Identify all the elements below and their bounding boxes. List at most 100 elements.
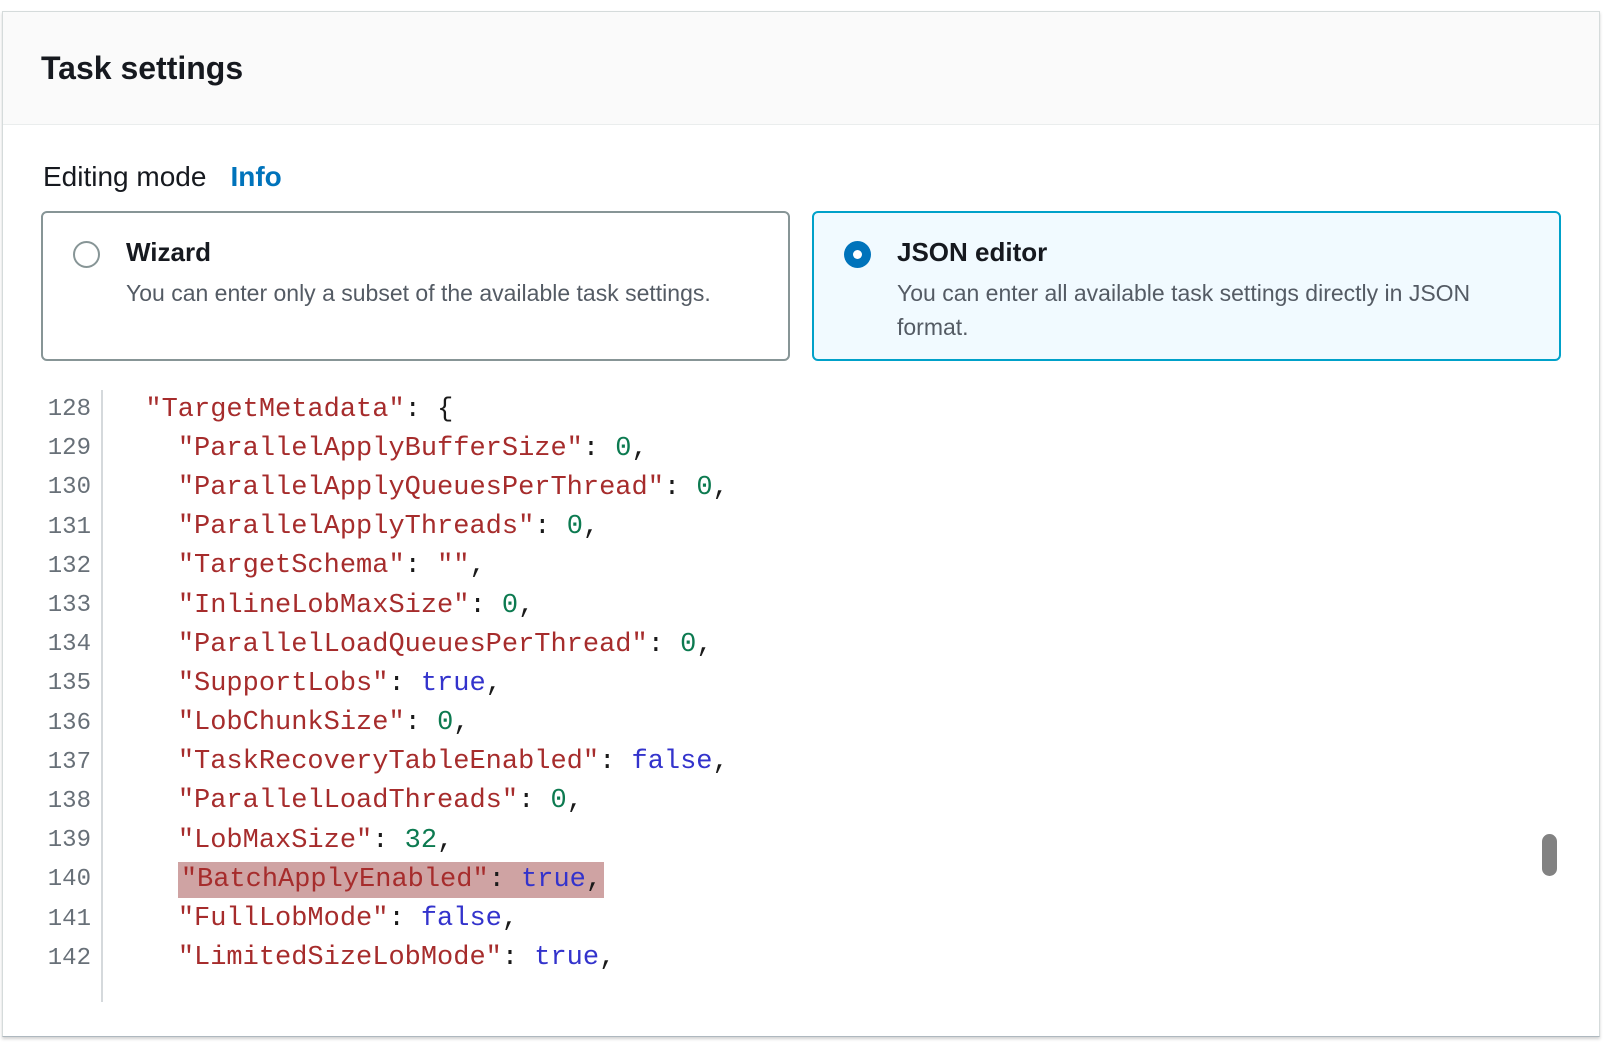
line-number: 133 — [41, 586, 103, 625]
code-text: "ParallelApplyQueuesPerThread": 0, — [103, 473, 729, 503]
token-group: "TaskRecoveryTableEnabled": false, — [178, 747, 729, 777]
editor-line[interactable]: 137 "TaskRecoveryTableEnabled": false, — [41, 743, 1561, 782]
json-key: "BatchApplyEnabled" — [181, 865, 489, 895]
json-separator: : — [502, 943, 534, 973]
json-key: "ParallelLoadThreads" — [178, 786, 518, 816]
editor-line[interactable]: 136 "LobChunkSize": 0, — [41, 704, 1561, 743]
editor-line[interactable]: 132 "TargetSchema": "", — [41, 547, 1561, 586]
editing-mode-tiles: Wizard You can enter only a subset of th… — [41, 211, 1561, 361]
editing-mode-label: Editing mode — [43, 161, 206, 193]
json-value: 0 — [567, 512, 583, 542]
line-number: 137 — [41, 743, 103, 782]
token-group: "LimitedSizeLobMode": true, — [178, 943, 615, 973]
indent — [113, 591, 178, 621]
indent — [113, 826, 178, 856]
token-group: "ParallelApplyQueuesPerThread": 0, — [178, 473, 729, 503]
editor-line[interactable]: 129 "ParallelApplyBufferSize": 0, — [41, 429, 1561, 468]
json-value: { — [437, 395, 453, 425]
indent — [113, 708, 178, 738]
token-group: "TargetSchema": "", — [178, 551, 486, 581]
code-text: "ParallelApplyThreads": 0, — [103, 512, 599, 542]
panel-header: Task settings — [3, 12, 1599, 125]
json-value: 0 — [680, 630, 696, 660]
json-editor-radio-icon[interactable] — [844, 241, 871, 268]
json-key: "LobMaxSize" — [178, 826, 372, 856]
line-number: 130 — [41, 468, 103, 507]
json-separator: : — [599, 747, 631, 777]
editor-line[interactable]: 141 "FullLobMode": false, — [41, 899, 1561, 938]
json-comma: , — [567, 786, 583, 816]
vertical-scrollbar-thumb[interactable] — [1542, 834, 1557, 876]
editor-gutter-tail — [41, 978, 1561, 1002]
line-number: 142 — [41, 939, 103, 978]
json-value: 0 — [437, 708, 453, 738]
token-group: "LobMaxSize": 32, — [178, 826, 453, 856]
wizard-tile-title: Wizard — [126, 237, 711, 268]
json-separator: : — [664, 473, 696, 503]
json-separator: : — [405, 708, 437, 738]
indent — [113, 943, 178, 973]
wizard-tile-description: You can enter only a subset of the avail… — [126, 276, 711, 310]
editor-line[interactable]: 130 "ParallelApplyQueuesPerThread": 0, — [41, 468, 1561, 507]
json-comma: , — [713, 473, 729, 503]
line-number: 128 — [41, 390, 103, 429]
json-key: "InlineLobMaxSize" — [178, 591, 470, 621]
code-text: "BatchApplyEnabled": true, — [103, 865, 604, 895]
editor-line[interactable]: 128 "TargetMetadata": { — [41, 390, 1561, 429]
info-link[interactable]: Info — [230, 161, 281, 193]
json-key: "ParallelApplyQueuesPerThread" — [178, 473, 664, 503]
wizard-radio-icon[interactable] — [73, 241, 100, 268]
json-value: true — [421, 669, 486, 699]
json-key: "LimitedSizeLobMode" — [178, 943, 502, 973]
json-separator: : — [583, 434, 615, 464]
json-key: "FullLobMode" — [178, 904, 389, 934]
editor-line[interactable]: 140 "BatchApplyEnabled": true, — [41, 860, 1561, 899]
line-number: 136 — [41, 704, 103, 743]
json-comma: , — [713, 747, 729, 777]
panel-body: Editing mode Info Wizard You can enter o… — [3, 125, 1599, 1002]
page-title: Task settings — [41, 50, 243, 87]
json-key: "TargetSchema" — [178, 551, 405, 581]
code-text: "TaskRecoveryTableEnabled": false, — [103, 747, 729, 777]
json-value: 0 — [615, 434, 631, 464]
json-editor-tile-title: JSON editor — [897, 237, 1517, 268]
json-key: "LobChunkSize" — [178, 708, 405, 738]
editor-line[interactable]: 142 "LimitedSizeLobMode": true, — [41, 939, 1561, 978]
json-value: false — [421, 904, 502, 934]
code-text: "LobMaxSize": 32, — [103, 826, 453, 856]
line-number: 132 — [41, 547, 103, 586]
json-key: "ParallelApplyThreads" — [178, 512, 534, 542]
json-separator: : — [469, 591, 501, 621]
code-text: "TargetSchema": "", — [103, 551, 486, 581]
indent — [113, 786, 178, 816]
highlighted-token: "BatchApplyEnabled": true, — [178, 862, 604, 898]
code-text: "ParallelLoadThreads": 0, — [103, 786, 583, 816]
editor-line[interactable]: 138 "ParallelLoadThreads": 0, — [41, 782, 1561, 821]
tile-wizard[interactable]: Wizard You can enter only a subset of th… — [41, 211, 790, 361]
tile-json-editor[interactable]: JSON editor You can enter all available … — [812, 211, 1561, 361]
json-separator: : — [388, 904, 420, 934]
editor-line[interactable]: 131 "ParallelApplyThreads": 0, — [41, 508, 1561, 547]
indent — [113, 630, 178, 660]
editor-line[interactable]: 135 "SupportLobs": true, — [41, 664, 1561, 703]
editor-line[interactable]: 139 "LobMaxSize": 32, — [41, 821, 1561, 860]
json-value: 0 — [550, 786, 566, 816]
wizard-tile-text: Wizard You can enter only a subset of th… — [126, 237, 711, 359]
editor-line[interactable]: 134 "ParallelLoadQueuesPerThread": 0, — [41, 625, 1561, 664]
json-comma: , — [632, 434, 648, 464]
line-number: 131 — [41, 508, 103, 547]
token-group: "SupportLobs": true, — [178, 669, 502, 699]
token-group: "TargetMetadata": { — [145, 395, 453, 425]
json-key: "TaskRecoveryTableEnabled" — [178, 747, 599, 777]
json-separator: : — [534, 512, 566, 542]
indent — [113, 747, 178, 777]
indent — [113, 865, 178, 895]
indent — [113, 669, 178, 699]
line-number: 135 — [41, 664, 103, 703]
editor-line[interactable]: 133 "InlineLobMaxSize": 0, — [41, 586, 1561, 625]
json-comma: , — [453, 708, 469, 738]
json-separator: : — [518, 786, 550, 816]
line-number: 141 — [41, 899, 103, 938]
json-separator: : — [405, 551, 437, 581]
json-code-editor[interactable]: 128 "TargetMetadata": {129 "ParallelAppl… — [41, 390, 1561, 1002]
